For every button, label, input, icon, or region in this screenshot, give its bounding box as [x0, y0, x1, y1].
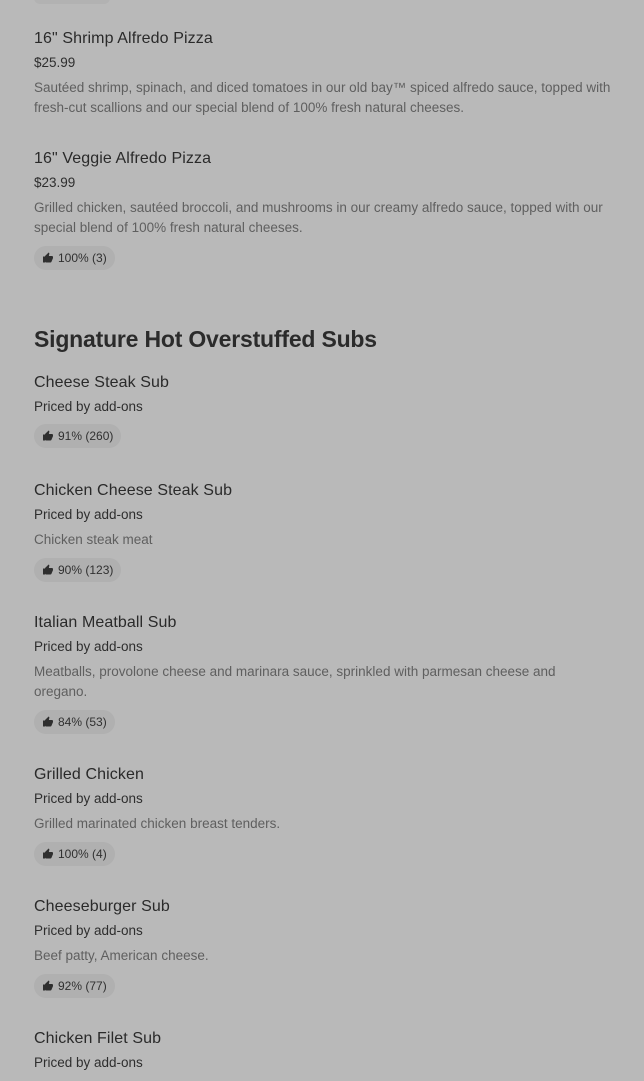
rating-text: 84% (53) — [58, 715, 107, 729]
item-price: Priced by add-ons — [34, 923, 143, 938]
item-description: Beef patty, American cheese. — [34, 948, 209, 963]
thumbs-up-icon — [43, 564, 53, 575]
item-description: Chicken steak meat — [34, 532, 153, 547]
menu-item[interactable]: Cheeseburger Sub Priced by add-ons Beef … — [34, 897, 612, 998]
rating-badge: 91% (260) — [34, 424, 122, 448]
rating-badge: 90% (123) — [34, 558, 122, 582]
item-name: Chicken Cheese Steak Sub — [34, 482, 233, 499]
thumbs-up-icon — [43, 430, 53, 441]
item-name: Cheese Steak Sub — [34, 374, 170, 391]
rating-badge: 84% (53) — [34, 710, 115, 734]
item-price: Priced by add-ons — [34, 1055, 143, 1070]
rating-badge: 100% (3) — [34, 246, 115, 270]
rating-text: 92% (77) — [58, 979, 107, 993]
item-name: Chicken Filet Sub — [34, 1030, 162, 1047]
item-name: Cheeseburger Sub — [34, 898, 170, 915]
menu-item[interactable]: Grilled Chicken Priced by add-ons Grille… — [34, 765, 612, 866]
item-name: 16" Shrimp Alfredo Pizza — [34, 30, 213, 47]
menu-item[interactable]: Cheese Steak Sub Priced by add-ons 91% (… — [34, 373, 612, 448]
thumbs-up-icon — [43, 980, 53, 991]
item-price: Priced by add-ons — [34, 507, 143, 522]
item-description: Sautéed shrimp, spinach, and diced tomat… — [34, 80, 611, 115]
thumbs-up-icon — [43, 252, 53, 263]
thumbs-up-icon — [43, 848, 53, 859]
item-name: Italian Meatball Sub — [34, 614, 177, 631]
item-price: Priced by add-ons — [34, 639, 143, 654]
rating-text: 90% (123) — [58, 563, 114, 577]
previous-item-rating-chip — [34, 0, 110, 4]
item-price: Priced by add-ons — [34, 399, 143, 414]
menu-item[interactable]: 16" Veggie Alfredo Pizza $23.99 Grilled … — [34, 149, 612, 270]
item-name: 16" Veggie Alfredo Pizza — [34, 150, 212, 167]
menu-item[interactable]: Italian Meatball Sub Priced by add-ons M… — [34, 613, 612, 734]
thumbs-up-icon — [43, 716, 53, 727]
menu-page: 16" Shrimp Alfredo Pizza $25.99 Sautéed … — [0, 0, 644, 1081]
menu-item[interactable]: Chicken Cheese Steak Sub Priced by add-o… — [34, 481, 612, 582]
item-name: Grilled Chicken — [34, 766, 144, 783]
rating-text: 100% (4) — [58, 847, 107, 861]
menu-item[interactable]: 16" Shrimp Alfredo Pizza $25.99 Sautéed … — [34, 29, 612, 118]
item-description: Grilled chicken, sautéed broccoli, and m… — [34, 200, 603, 235]
item-price: $25.99 — [34, 55, 76, 70]
item-price: Priced by add-ons — [34, 791, 143, 806]
item-price: $23.99 — [34, 175, 76, 190]
menu-item[interactable]: Chicken Filet Sub Priced by add-ons — [34, 1029, 612, 1072]
section-title: Signature Hot Overstuffed Subs — [34, 326, 377, 352]
rating-badge: 92% (77) — [34, 974, 115, 998]
rating-badge: 100% (4) — [34, 842, 115, 866]
item-description: Grilled marinated chicken breast tenders… — [34, 816, 281, 831]
rating-text: 91% (260) — [58, 429, 114, 443]
rating-text: 100% (3) — [58, 251, 107, 265]
item-description: Meatballs, provolone cheese and marinara… — [34, 664, 556, 699]
